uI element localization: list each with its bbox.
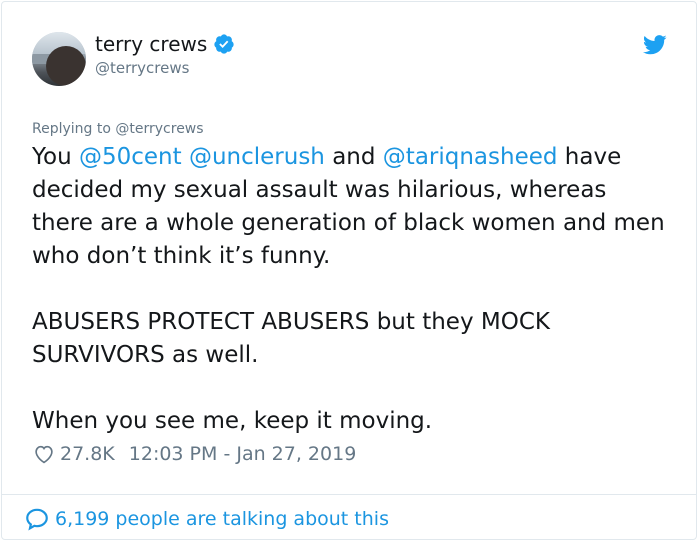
talking-about-link[interactable]: 6,199 people are talking about this (24, 506, 389, 532)
tweet-text-space (182, 144, 189, 170)
replying-prefix: Replying to (32, 121, 116, 137)
author-name-row: terry crews (95, 32, 235, 56)
avatar[interactable] (32, 32, 86, 86)
tweet-paragraph-2: ABUSERS PROTECT ABUSERS but they MOCK SU… (32, 309, 550, 368)
speech-bubble-icon (26, 508, 48, 531)
author-handle[interactable]: @terrycrews (95, 58, 189, 78)
footer-divider (1, 494, 697, 495)
tweet-text-and: and (324, 144, 383, 170)
avatar-face (46, 46, 86, 86)
tweet-text: You @50cent @unclerush and @tariqnasheed… (32, 141, 672, 438)
tweet-timestamp[interactable]: 12:03 PM - Jan 27, 2019 (129, 442, 357, 466)
tweet-text-intro: You (32, 144, 79, 170)
twitter-bird-icon[interactable] (643, 35, 667, 55)
verified-badge-icon (214, 34, 234, 54)
author-display-name[interactable]: terry crews (95, 32, 207, 56)
mention-unclerush[interactable]: @unclerush (189, 144, 325, 170)
mention-tariqnasheed[interactable]: @tariqnasheed (383, 144, 558, 170)
talking-about-text[interactable]: 6,199 people are talking about this (55, 507, 389, 531)
heart-icon[interactable] (33, 443, 55, 465)
replying-to: Replying to @terrycrews (32, 120, 204, 138)
replying-target-link[interactable]: @terrycrews (115, 121, 203, 137)
tweet-paragraph-3: When you see me, keep it moving. (32, 408, 433, 434)
like-count[interactable]: 27.8K (60, 442, 115, 466)
mention-50cent[interactable]: @50cent (79, 144, 182, 170)
tweet-meta: 27.8K 12:03 PM - Jan 27, 2019 (33, 442, 356, 466)
